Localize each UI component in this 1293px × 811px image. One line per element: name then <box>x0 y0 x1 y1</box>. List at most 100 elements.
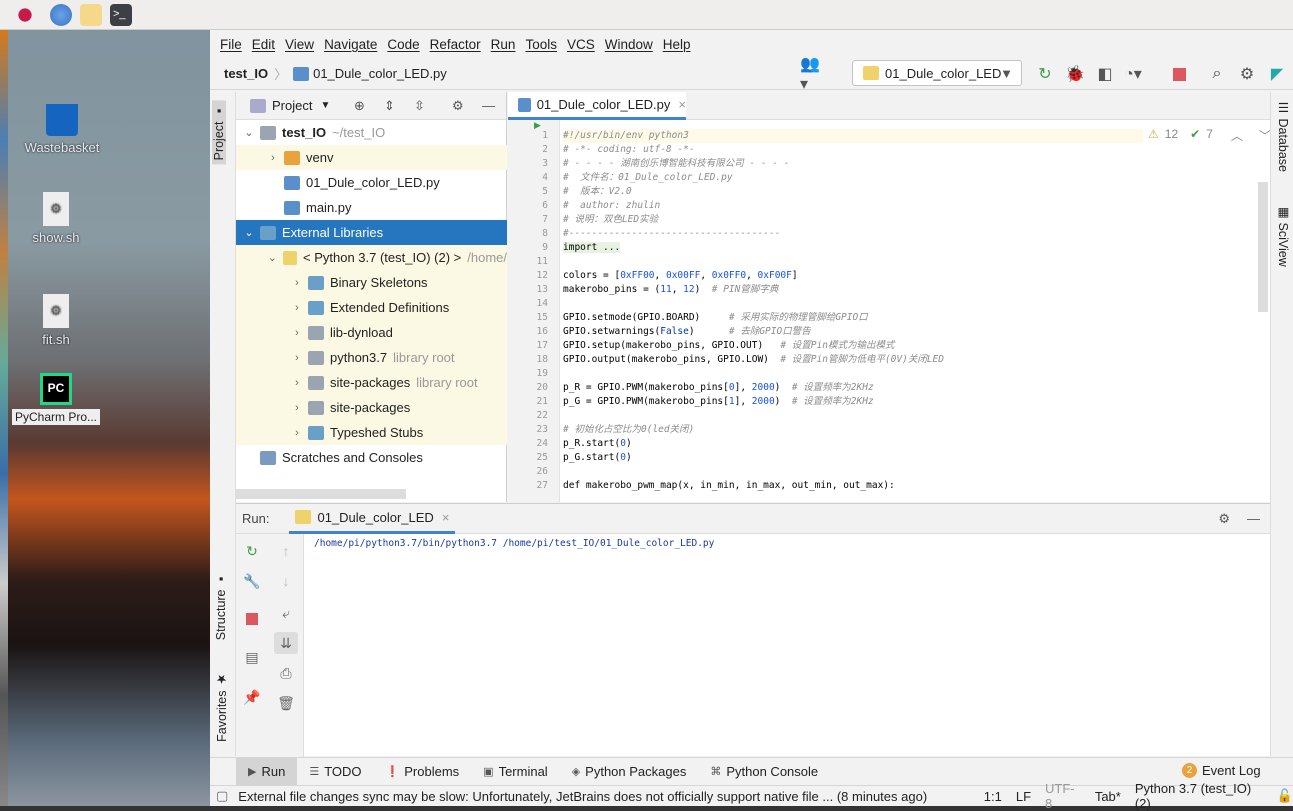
indent-setting[interactable]: Tab* <box>1095 789 1121 804</box>
tree-item[interactable]: › Typeshed Stubs <box>236 420 507 445</box>
pin-icon[interactable]: 📌 <box>240 686 264 708</box>
chevron-right-icon[interactable]: › <box>290 327 304 339</box>
tree-item[interactable]: main.py <box>236 195 507 220</box>
tree-item[interactable]: ⌄ < Python 3.7 (test_IO) (2) > /home/ <box>236 245 507 270</box>
gear-icon[interactable]: ⚙ <box>452 98 464 114</box>
tool-tab-database[interactable]: ☰ Database <box>1276 100 1291 172</box>
gear-icon[interactable]: ⚙ <box>1218 511 1230 527</box>
desktop-icon-show-sh[interactable]: ⚙ show.sh <box>11 192 101 245</box>
inspection-widget[interactable]: ⚠ 12 ✔ 7 ︿ ﹀ <box>1148 127 1271 144</box>
chevron-right-icon[interactable]: › <box>266 152 280 164</box>
tool-tab-problems[interactable]: ❗ Problems <box>374 758 472 786</box>
hide-icon[interactable]: — <box>1247 511 1260 526</box>
tree-item[interactable]: › venv <box>236 145 507 170</box>
menu-refactor[interactable]: Refactor <box>425 37 486 52</box>
menu-edit[interactable]: Edit <box>247 37 280 52</box>
tree-item[interactable]: ⌄ test_IO ~/test_IO <box>236 120 507 145</box>
layout-icon[interactable]: ▤ <box>240 646 264 668</box>
run-tab[interactable]: 01_Dule_color_LED × <box>289 504 456 534</box>
vcs-user-icon[interactable]: 👥▾ <box>800 56 822 93</box>
tool-tab-sciview[interactable]: ▦ SciView <box>1276 204 1291 267</box>
scroll-to-end-icon[interactable]: ⇊ <box>274 632 298 654</box>
run-configuration-select[interactable]: 01_Dule_color_LED ▼ <box>852 60 1022 86</box>
run-gutter-icon[interactable]: ▶ <box>534 120 541 131</box>
status-message[interactable]: External file changes sync may be slow: … <box>238 789 937 804</box>
chevron-down-icon[interactable]: ⌄ <box>266 251 279 264</box>
file-manager-icon[interactable] <box>80 4 102 26</box>
tool-tab-run[interactable]: ▶ Run <box>236 757 298 786</box>
tool-tab-structure[interactable]: Structure ▪ <box>214 572 228 640</box>
lock-icon[interactable]: 🔓 <box>1277 788 1293 804</box>
horizontal-scrollbar[interactable] <box>236 489 406 499</box>
chevron-right-icon[interactable]: › <box>290 377 304 389</box>
expand-all-icon[interactable]: ⇕ <box>384 98 395 114</box>
gear-icon[interactable]: ⚙ <box>1236 63 1258 85</box>
menu-navigate[interactable]: Navigate <box>319 37 382 52</box>
menu-help[interactable]: Help <box>658 37 696 52</box>
line-separator[interactable]: LF <box>1016 789 1031 804</box>
close-icon[interactable]: × <box>442 510 450 525</box>
event-log-button[interactable]: 2 Event Log <box>1182 763 1261 778</box>
profile-icon[interactable]: ◔▾ <box>1122 63 1144 85</box>
vertical-scrollbar[interactable] <box>1258 182 1268 312</box>
hide-icon[interactable]: — <box>482 98 495 113</box>
toggle-tool-windows-icon[interactable]: ▢ <box>216 788 228 804</box>
rerun-icon[interactable]: ↻ <box>240 540 264 562</box>
terminal-icon[interactable]: >_ <box>110 4 132 26</box>
debug-icon[interactable]: 🐞 <box>1064 63 1086 85</box>
soft-wrap-icon[interactable]: ⤶ <box>274 602 298 624</box>
browser-icon[interactable] <box>50 4 72 26</box>
wrench-icon[interactable]: 🔧 <box>240 570 264 592</box>
previous-highlight-icon[interactable]: ︿ <box>1231 127 1243 144</box>
print-icon[interactable]: ⎙ <box>274 662 298 684</box>
code-with-me-icon[interactable]: ◤ <box>1266 63 1288 85</box>
tool-tab-todo[interactable]: ☰ TODO <box>297 758 373 786</box>
coverage-icon[interactable]: ◧ <box>1094 63 1116 85</box>
chevron-down-icon[interactable]: ⌄ <box>242 126 256 139</box>
chevron-right-icon[interactable]: › <box>290 427 304 439</box>
tool-tab-python-console[interactable]: ⌘ Python Console <box>698 758 830 786</box>
tree-item[interactable]: › site-packages <box>236 395 507 420</box>
up-arrow-icon[interactable]: ↑ <box>274 540 298 562</box>
interpreter-select[interactable]: Python 3.7 (test_IO) (2) <box>1135 781 1267 811</box>
tree-item[interactable]: Scratches and Consoles <box>236 445 507 470</box>
desktop-icon-fit-sh[interactable]: ⚙ fit.sh <box>11 294 101 347</box>
desktop-icon-pycharm[interactable]: PC PyCharm Pro... <box>11 373 101 425</box>
tree-item[interactable]: › python3.7 library root <box>236 345 507 370</box>
menu-run[interactable]: Run <box>486 37 521 52</box>
tool-tab-project[interactable]: Project ▪ <box>212 100 226 165</box>
caret-position[interactable]: 1:1 <box>984 789 1002 804</box>
tool-tab-python-packages[interactable]: ◈ Python Packages <box>560 758 699 786</box>
breadcrumb-project[interactable]: test_IO <box>210 66 268 81</box>
menu-file[interactable]: File <box>215 37 247 52</box>
file-encoding[interactable]: UTF-8 <box>1045 781 1081 811</box>
stop-icon[interactable] <box>240 608 264 630</box>
locate-icon[interactable]: ⊕ <box>354 98 365 114</box>
chevron-right-icon[interactable]: › <box>290 302 304 314</box>
tool-tab-favorites[interactable]: Favorites ★ <box>214 672 229 742</box>
rerun-icon[interactable]: ↻ <box>1034 63 1056 85</box>
raspberry-menu-icon[interactable] <box>14 4 36 26</box>
chevron-down-icon[interactable]: ⌄ <box>242 226 256 239</box>
tree-item[interactable]: › Binary Skeletons <box>236 270 507 295</box>
desktop-icon-wastebasket[interactable]: Wastebasket <box>17 104 107 155</box>
tree-item[interactable]: › site-packages library root <box>236 370 507 395</box>
tree-item[interactable]: › Extended Definitions <box>236 295 507 320</box>
tree-item[interactable]: ⌄ External Libraries <box>236 220 507 245</box>
down-arrow-icon[interactable]: ↓ <box>274 570 298 592</box>
stop-icon[interactable] <box>1168 63 1190 85</box>
chevron-right-icon[interactable]: › <box>290 277 304 289</box>
menu-vcs[interactable]: VCS <box>562 37 600 52</box>
close-icon[interactable]: × <box>678 97 686 112</box>
tool-tab-terminal[interactable]: ▣ Terminal <box>471 758 560 786</box>
chevron-right-icon[interactable]: › <box>290 402 304 414</box>
collapse-all-icon[interactable]: ⇳ <box>414 98 425 114</box>
tree-item[interactable]: 01_Dule_color_LED.py <box>236 170 507 195</box>
search-icon[interactable]: ⌕ <box>1206 63 1228 85</box>
project-view-select[interactable]: Project <box>272 98 312 113</box>
tree-item[interactable]: › lib-dynload <box>236 320 507 345</box>
menu-tools[interactable]: Tools <box>520 37 562 52</box>
editor-tab[interactable]: 01_Dule_color_LED.py × <box>508 92 686 120</box>
menu-view[interactable]: View <box>280 37 319 52</box>
breadcrumb-file[interactable]: 01_Dule_color_LED.py <box>313 66 447 81</box>
